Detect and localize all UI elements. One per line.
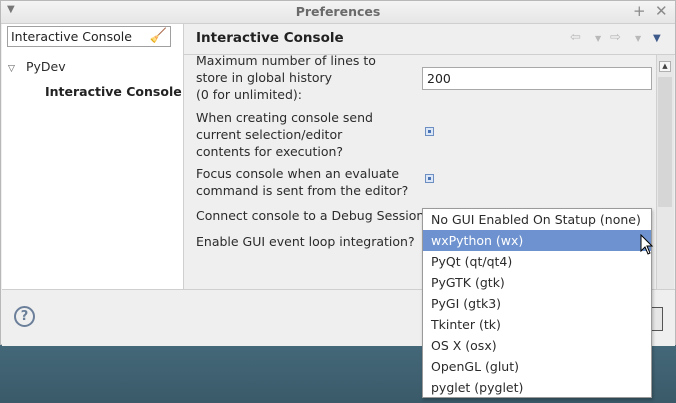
view-menu-icon[interactable]: ▼	[653, 33, 661, 44]
mouse-pointer-icon	[640, 234, 654, 255]
vertical-scrollbar[interactable]: ▲	[656, 55, 674, 289]
dropdown-option[interactable]: OS X (osx)	[423, 335, 651, 356]
dropdown-option-selected[interactable]: wxPython (wx)	[423, 230, 651, 251]
history-lines-value: 200	[427, 71, 451, 86]
gui-integration-dropdown-list[interactable]: No GUI Enabled On Statup (none) wxPython…	[422, 208, 652, 398]
send-selection-label: When creating console send current selec…	[196, 110, 373, 159]
gui-loop-label: Enable GUI event loop integration?	[196, 234, 415, 249]
back-arrow-icon[interactable]: ⇦	[570, 30, 581, 45]
dropdown-option[interactable]: PyGTK (gtk)	[423, 272, 651, 293]
history-label: Maximum number of lines to store in glob…	[196, 55, 376, 102]
forward-arrow-icon[interactable]: ⇨	[610, 30, 621, 45]
title-bar: ▼ Preferences + ✕	[1, 1, 675, 24]
help-icon[interactable]: ?	[14, 306, 35, 327]
scroll-thumb[interactable]	[658, 77, 672, 207]
collapse-triangle-icon[interactable]: ▽	[8, 59, 22, 79]
filter-input[interactable]: Interactive Console 🧹	[7, 26, 171, 47]
preferences-tree-panel: Interactive Console 🧹 ▽ PyDev Interactiv…	[2, 24, 184, 289]
dropdown-option[interactable]: Tkinter (tk)	[423, 314, 651, 335]
tree-item-label: Interactive Console	[45, 84, 182, 99]
page-header: Interactive Console ⇦ ▼ ⇨ ▼ ▼	[184, 24, 675, 55]
focus-console-checkbox[interactable]	[425, 174, 434, 183]
forward-dropdown-icon[interactable]: ▼	[635, 34, 641, 43]
maximize-icon[interactable]: +	[633, 2, 646, 20]
window-title: Preferences	[295, 4, 381, 19]
filter-value: Interactive Console	[11, 29, 132, 44]
scroll-up-icon[interactable]: ▲	[659, 61, 671, 72]
focus-console-label: Focus console when an evaluate command i…	[196, 166, 409, 198]
close-icon[interactable]: ✕	[655, 2, 668, 20]
dropdown-option[interactable]: OpenGL (glut)	[423, 356, 651, 377]
back-dropdown-icon[interactable]: ▼	[595, 34, 601, 43]
clear-filter-icon[interactable]: 🧹	[150, 28, 167, 44]
dropdown-option[interactable]: pyglet (pyglet)	[423, 377, 651, 398]
dropdown-option[interactable]: No GUI Enabled On Statup (none)	[423, 209, 651, 230]
dropdown-option[interactable]: PyGI (gtk3)	[423, 293, 651, 314]
send-selection-checkbox[interactable]	[425, 127, 434, 136]
debug-session-label: Connect console to a Debug Session?	[196, 208, 431, 223]
tree-item-label: PyDev	[25, 59, 66, 74]
page-title: Interactive Console	[196, 30, 344, 46]
history-lines-input[interactable]: 200	[422, 67, 652, 90]
dropdown-option[interactable]: PyQt (qt/qt4)	[423, 251, 651, 272]
tree-item-pydev[interactable]: ▽ PyDev	[8, 57, 66, 77]
tree-item-interactive-console[interactable]: Interactive Console	[45, 82, 182, 102]
